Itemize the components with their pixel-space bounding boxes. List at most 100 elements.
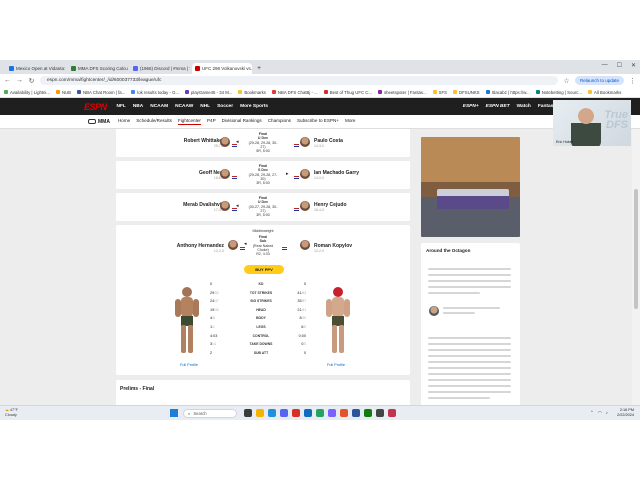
bookmark-item[interactable]: sheetspoter | Fantas... bbox=[377, 90, 427, 95]
blurred-text-line bbox=[428, 286, 511, 288]
sub-nav-item[interactable]: More bbox=[345, 118, 355, 125]
terminal-icon[interactable] bbox=[376, 409, 384, 417]
sports-nav-item[interactable]: More Sports bbox=[240, 104, 268, 109]
right-nav-item[interactable]: ESPN+ bbox=[463, 104, 479, 109]
scrollbar-thumb[interactable] bbox=[634, 189, 638, 309]
sub-nav-item[interactable]: P4P bbox=[207, 118, 216, 125]
clock[interactable]: 2:16 PM 2/22/2024 bbox=[617, 408, 634, 418]
webcam-watermark: True DFS bbox=[604, 109, 628, 131]
winner-arrow-icon: ◂ bbox=[244, 241, 247, 247]
browser-tab[interactable]: MMA DFS Scoring Calculator× bbox=[68, 63, 128, 74]
fight-row[interactable]: Merab Dvalishvili 17-4-0 ◂ Final U Dec (30-27… bbox=[116, 193, 410, 222]
minimize-icon[interactable]: — bbox=[602, 62, 608, 69]
bookmark-item[interactable]: Best of Thug UFC C... bbox=[323, 90, 372, 95]
fighter-left-avatar[interactable] bbox=[228, 240, 238, 250]
fight-result-detail: (29-28, 29-28, 30-27) bbox=[248, 140, 278, 149]
sports-nav-item[interactable]: Soccer bbox=[217, 104, 233, 109]
fighter-left-avatar[interactable] bbox=[220, 169, 230, 179]
new-tab-button[interactable]: + bbox=[257, 63, 261, 74]
browser-tab[interactable]: Mexico Open at Vidanta: Mat× bbox=[6, 63, 66, 74]
full-profile-left-link[interactable]: Full Profile bbox=[180, 363, 198, 367]
fighter-right-avatar[interactable] bbox=[300, 169, 310, 179]
windows-start-icon[interactable] bbox=[170, 409, 178, 417]
sub-nav-item[interactable]: Schedule/Results bbox=[136, 118, 172, 125]
fighter-right-avatar[interactable] bbox=[300, 201, 310, 211]
sub-nav-item[interactable]: Fightcenter bbox=[177, 118, 201, 125]
reload-icon[interactable]: ↻ bbox=[28, 77, 35, 85]
file-explorer-icon[interactable] bbox=[256, 409, 264, 417]
menu-icon[interactable]: ⋮ bbox=[629, 77, 636, 85]
fighter-left-avatar[interactable] bbox=[220, 201, 230, 211]
fighter-right-image[interactable] bbox=[323, 285, 353, 357]
bookmark-item[interactable]: NUB bbox=[55, 90, 71, 95]
url-field[interactable]: espn.com/mma/fightcenter/_/id/600037733/… bbox=[40, 76, 558, 85]
task-view-icon[interactable] bbox=[244, 409, 252, 417]
fighter-right-avatar[interactable] bbox=[300, 137, 310, 147]
bookmark-label: NBA DFS ChatBj - ... bbox=[277, 89, 318, 95]
fighter-left-image[interactable] bbox=[172, 285, 202, 357]
sports-nav-item[interactable]: NBA bbox=[133, 104, 143, 109]
stat-left-value: 1/1 bbox=[210, 325, 215, 329]
bookmark-item[interactable]: NBA Chat Room | fa... bbox=[77, 90, 125, 95]
forward-icon[interactable]: → bbox=[16, 77, 23, 84]
buy-ppv-button[interactable]: BUY PPV bbox=[244, 265, 284, 274]
bookmark-item[interactable]: SFS bbox=[432, 90, 447, 95]
espn-logo[interactable]: ESPN bbox=[84, 102, 107, 112]
flag-icon bbox=[282, 247, 287, 250]
star-icon[interactable]: ☆ bbox=[563, 77, 570, 85]
flag-icon bbox=[294, 176, 299, 179]
full-profile-right-link[interactable]: Full Profile bbox=[327, 363, 345, 367]
sports-nav-item[interactable]: NCAAM bbox=[150, 104, 168, 109]
weather-widget[interactable]: ☁ 47°F Cloudy bbox=[5, 408, 18, 417]
chrome-icon[interactable] bbox=[292, 409, 300, 417]
browser-tab[interactable]: (1966) Discord | #mma | TheU× bbox=[130, 63, 190, 74]
bookmark-item[interactable]: Notebetting | Sourc... bbox=[535, 90, 582, 95]
fighter-right-avatar[interactable] bbox=[300, 240, 310, 250]
mma-title[interactable]: MMA bbox=[88, 119, 110, 125]
page-scrollbar[interactable] bbox=[632, 129, 640, 405]
taskbar-search[interactable]: ⌕ Search bbox=[183, 409, 237, 418]
fight-row[interactable]: Robert Whittaker 25-7-0 ◂ Final U Dec (29-28,… bbox=[116, 129, 410, 158]
browser-tab[interactable]: UFC 298 Volkanovski vs. Topu× bbox=[192, 63, 252, 74]
stat-right-value: 0 bbox=[304, 351, 306, 355]
blurred-text-line bbox=[428, 373, 511, 375]
bookmark-item[interactable]: Bookmarks bbox=[238, 90, 266, 95]
bookmark-item[interactable]: All Bookmarks bbox=[588, 90, 621, 95]
fighter-left-avatar[interactable] bbox=[220, 137, 230, 147]
sports-nav-item[interactable]: NCAAW bbox=[175, 104, 193, 109]
advertisement-image[interactable] bbox=[421, 137, 520, 237]
volume-icon[interactable]: ♪ bbox=[606, 410, 608, 416]
sub-nav-item[interactable]: Divisional Rankings bbox=[222, 118, 262, 125]
outlook-icon[interactable] bbox=[304, 409, 312, 417]
sub-nav-item[interactable]: Home bbox=[118, 118, 130, 125]
back-icon[interactable]: ← bbox=[4, 77, 11, 84]
bookmark-item[interactable]: NBA DFS ChatBj - ... bbox=[271, 89, 318, 95]
chevron-up-icon[interactable]: ⌃ bbox=[590, 410, 594, 416]
word-icon[interactable] bbox=[352, 409, 360, 417]
stat-right-value: 6/6 bbox=[301, 325, 306, 329]
sub-nav-item[interactable]: Champions bbox=[268, 118, 291, 125]
wifi-icon[interactable]: ◠ bbox=[598, 410, 602, 416]
bookmark-item[interactable]: lok results today - G... bbox=[131, 90, 179, 95]
stat-label: SUB ATT bbox=[253, 350, 269, 355]
right-nav-item[interactable]: ESPN BET bbox=[486, 104, 510, 109]
bookmark-item[interactable]: Availability | Lightni... bbox=[4, 90, 50, 95]
sports-nav-item[interactable]: NFL bbox=[117, 104, 126, 109]
app-icon[interactable] bbox=[388, 409, 396, 417]
close-icon[interactable]: ✕ bbox=[631, 62, 636, 69]
app-icon[interactable] bbox=[328, 409, 336, 417]
right-nav-item[interactable]: Watch bbox=[517, 104, 531, 109]
xbox-icon[interactable] bbox=[364, 409, 372, 417]
bookmark-item[interactable]: Slacabz | https://w... bbox=[485, 90, 530, 95]
bookmark-item[interactable]: playGame45 - 34 M... bbox=[185, 90, 232, 95]
discord-icon[interactable] bbox=[280, 409, 288, 417]
bookmark-item[interactable]: DFSUNKS bbox=[453, 90, 480, 95]
edge-icon[interactable] bbox=[268, 409, 276, 417]
fight-row[interactable]: Geoff Neal 16-6-0 ▸ Final S Dec (29-28, 29-28… bbox=[116, 161, 410, 190]
sub-nav-item[interactable]: Subscribe to ESPN+ bbox=[297, 118, 339, 125]
obs-icon[interactable] bbox=[340, 409, 348, 417]
relaunch-button[interactable]: Relaunch to update bbox=[574, 76, 624, 85]
maximize-icon[interactable]: ☐ bbox=[617, 62, 622, 69]
sports-nav-item[interactable]: NHL bbox=[200, 104, 210, 109]
excel-icon[interactable] bbox=[316, 409, 324, 417]
